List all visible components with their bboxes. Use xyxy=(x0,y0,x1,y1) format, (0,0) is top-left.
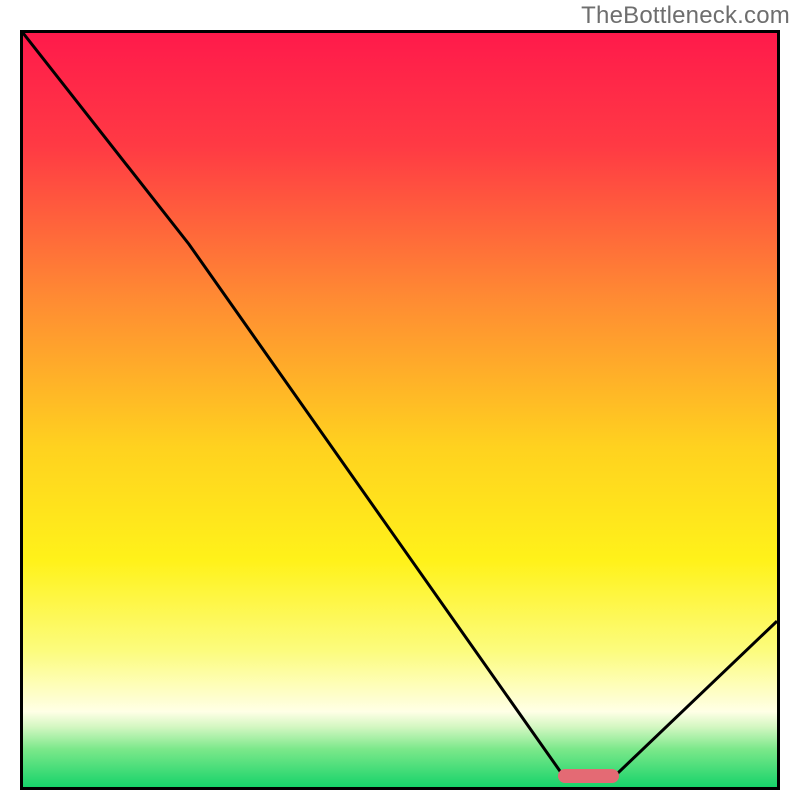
curve-svg xyxy=(23,33,777,787)
watermark-text: TheBottleneck.com xyxy=(581,2,790,30)
bottleneck-curve xyxy=(23,33,777,779)
chart-container: TheBottleneck.com xyxy=(0,0,800,800)
plot-area xyxy=(20,30,780,790)
optimal-marker xyxy=(558,769,618,783)
